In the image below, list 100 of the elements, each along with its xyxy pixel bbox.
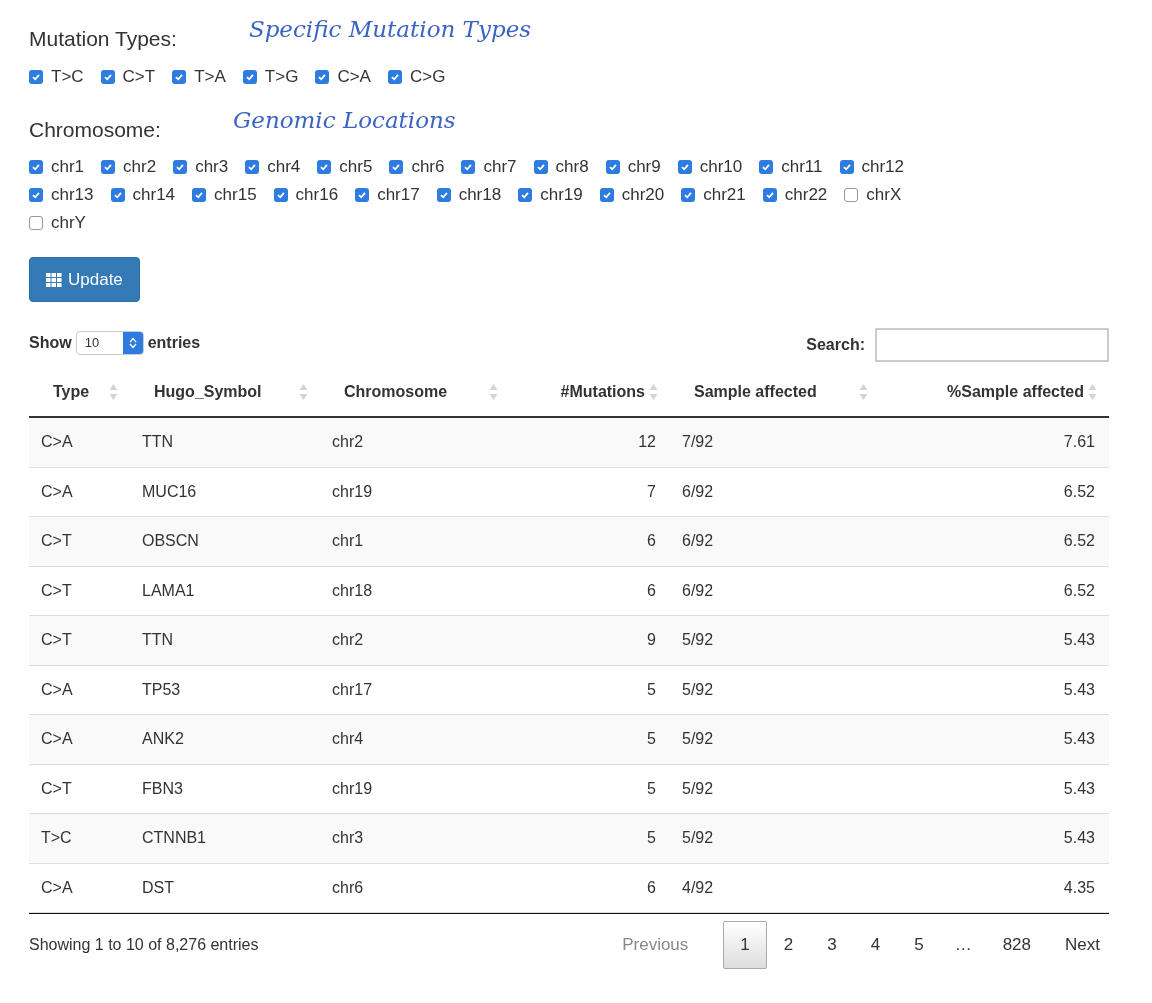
page-button[interactable]: 1 <box>723 921 767 969</box>
checkbox[interactable] <box>762 188 777 202</box>
table-cell: 9 <box>647 631 656 649</box>
checkbox-label: chr3 <box>195 156 229 179</box>
annotation-text: Specific Mutation Types <box>248 15 532 44</box>
checkbox[interactable] <box>110 188 125 202</box>
checkbox[interactable] <box>29 160 43 174</box>
checkbox-label: chr22 <box>784 184 828 207</box>
table-cell: C>A <box>41 878 73 896</box>
table-cell: OBSCN <box>142 532 199 550</box>
checkbox[interactable] <box>436 188 451 202</box>
checkbox-label: chr2 <box>123 156 157 179</box>
checkbox-label: chr15 <box>214 184 257 207</box>
page-button[interactable]: 2 <box>766 921 811 969</box>
column-header[interactable]: Type <box>41 380 90 404</box>
checkbox-label: chr17 <box>377 184 420 207</box>
table-cell: C>T <box>41 532 72 550</box>
checkbox[interactable] <box>599 188 614 202</box>
table-cell: chr17 <box>332 680 373 698</box>
checkbox[interactable] <box>518 188 533 202</box>
check-icon <box>520 190 531 200</box>
checkbox[interactable] <box>245 160 260 174</box>
checkbox[interactable] <box>273 188 288 202</box>
check-icon <box>463 162 474 172</box>
table-cell: chr1 <box>332 532 364 550</box>
check-icon <box>535 162 546 172</box>
table-cell: C>T <box>41 581 72 599</box>
checkbox-label: chr11 <box>781 156 823 179</box>
annotation-text: Genomic Locations <box>232 105 456 135</box>
checkbox[interactable] <box>29 216 43 230</box>
checkbox[interactable] <box>317 160 332 174</box>
checkbox[interactable] <box>839 160 854 174</box>
checkbox-label: T>C <box>51 65 84 88</box>
table-cell: 5.43 <box>1063 631 1095 649</box>
check-icon <box>391 162 402 172</box>
table-cell: 5/92 <box>682 779 714 797</box>
checkbox[interactable] <box>172 69 187 84</box>
checkbox-label: chr4 <box>267 156 301 179</box>
page-length-select[interactable]: 10 <box>75 331 144 355</box>
page-button[interactable]: 4 <box>853 921 898 969</box>
update-button[interactable]: Update <box>29 257 140 302</box>
check-icon <box>174 71 185 82</box>
checkbox[interactable] <box>315 69 330 84</box>
checkbox[interactable] <box>173 160 188 174</box>
check-icon <box>31 71 41 82</box>
checkbox[interactable] <box>29 69 43 84</box>
checkbox-label: chr20 <box>621 184 665 207</box>
page-button[interactable]: 3 <box>810 921 854 969</box>
page-button[interactable]: 828 <box>985 921 1049 969</box>
table-cell: C>A <box>41 482 73 500</box>
checkbox[interactable] <box>681 188 696 202</box>
column-header[interactable]: Hugo_Symbol <box>142 380 262 404</box>
table-cell: chr2 <box>332 631 364 649</box>
checkbox[interactable] <box>844 188 859 202</box>
table-cell: chr3 <box>332 829 364 847</box>
checkbox-label: chr10 <box>699 156 743 179</box>
check-icon <box>317 71 328 82</box>
table-cell: MUC16 <box>142 482 197 500</box>
checkbox-label: chr14 <box>132 184 176 207</box>
checkbox-label: chr1 <box>51 156 85 179</box>
table-cell: chr19 <box>332 482 373 500</box>
checkbox[interactable] <box>100 69 115 84</box>
checkbox[interactable] <box>759 160 774 174</box>
checkbox-label: chr13 <box>51 184 94 207</box>
checkbox[interactable] <box>387 69 402 84</box>
checkbox[interactable] <box>242 69 257 84</box>
table-cell: C>T <box>41 779 72 797</box>
checkbox-label: T>A <box>194 65 226 88</box>
sort-icon <box>1088 383 1097 401</box>
checkbox[interactable] <box>605 160 620 174</box>
check-icon <box>275 190 286 200</box>
check-icon <box>679 162 690 172</box>
search-label: Search: <box>806 335 865 355</box>
column-header[interactable]: #Mutations <box>522 380 649 404</box>
checkbox[interactable] <box>355 188 370 202</box>
checkbox-label: chrX <box>866 184 902 207</box>
pagination-nav-button[interactable]: Next <box>1048 921 1117 969</box>
stepper-icon <box>128 337 137 349</box>
check-icon <box>31 162 41 172</box>
checkbox[interactable] <box>533 160 548 174</box>
check-icon <box>319 162 330 172</box>
checkbox[interactable] <box>389 160 404 174</box>
checkbox-label: T>G <box>264 65 299 88</box>
checkbox-label: chr7 <box>483 156 517 179</box>
checkbox[interactable] <box>461 160 476 174</box>
search-field[interactable] <box>875 328 1109 362</box>
column-header[interactable]: Chromosome <box>332 380 448 404</box>
checkbox[interactable] <box>29 188 43 202</box>
checkbox[interactable] <box>192 188 207 202</box>
column-header[interactable]: %Sample affected <box>892 380 1088 404</box>
page-button[interactable]: 5 <box>897 921 941 969</box>
checkbox[interactable] <box>677 160 692 174</box>
table-cell: ANK2 <box>142 730 184 748</box>
table-cell: 6.52 <box>1063 581 1095 599</box>
sort-icon <box>489 383 498 401</box>
column-header[interactable]: Sample affected <box>682 380 817 404</box>
checkbox[interactable] <box>101 160 116 174</box>
table-cell: 7.61 <box>1063 433 1095 451</box>
check-icon <box>31 190 41 200</box>
checkbox-label: chr9 <box>627 156 661 179</box>
